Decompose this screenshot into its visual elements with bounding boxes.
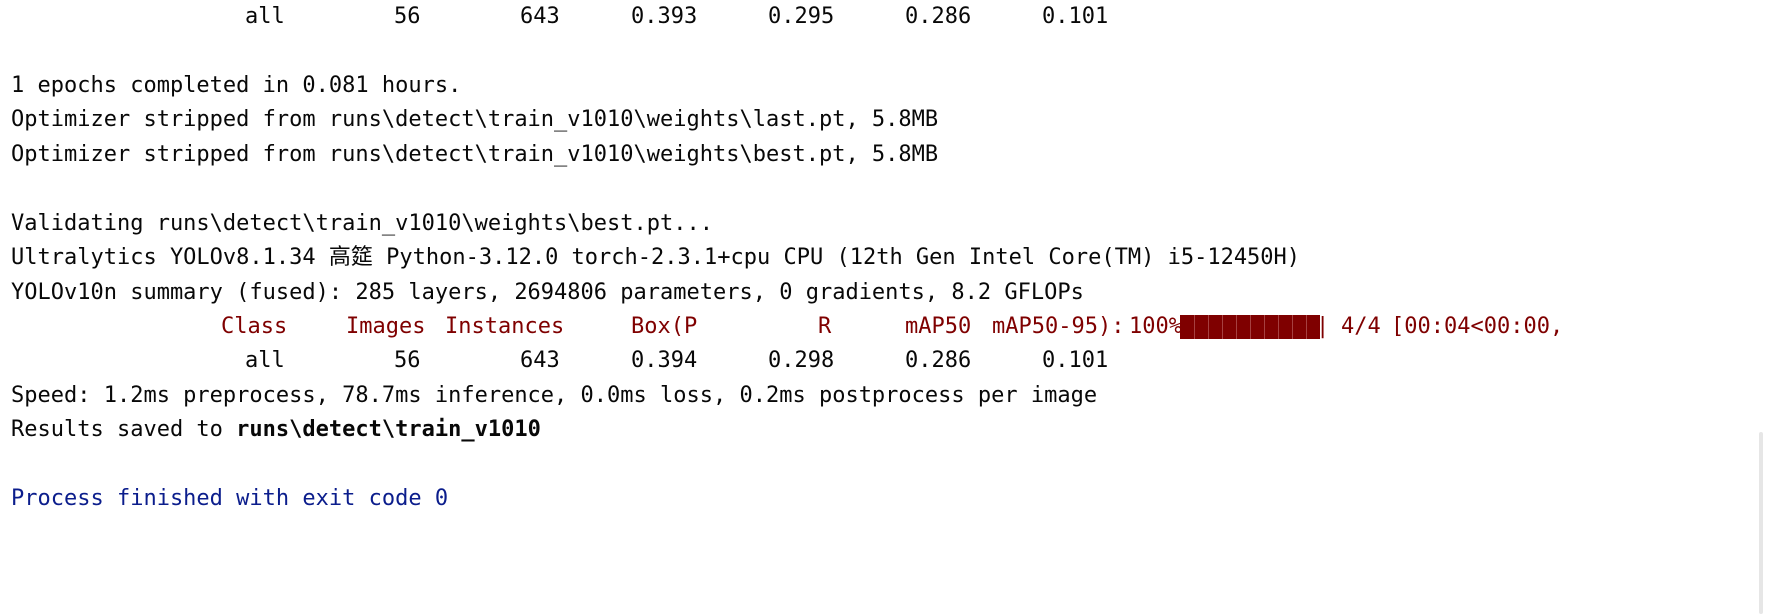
process-finished-line: Process finished with exit code 0 [11, 486, 449, 511]
progress-segment [1306, 315, 1307, 339]
header-images: Images [346, 314, 426, 339]
row-map50: 0.286 [905, 348, 972, 373]
results-path: runs\detect\train_v1010 [236, 417, 541, 442]
progress-segment [1292, 315, 1293, 339]
validating-line: Validating runs\detect\train_v1010\weigh… [11, 211, 713, 236]
optimizer-last-line: Optimizer stripped from runs\detect\trai… [11, 107, 939, 132]
optimizer-best-line: Optimizer stripped from runs\detect\trai… [11, 142, 939, 167]
run-console: all 56 643 0.393 0.295 0.286 0.101 1 epo… [0, 0, 1765, 614]
vertical-scrollbar[interactable] [1751, 0, 1765, 614]
row-map50: 0.286 [905, 4, 972, 29]
row-class: all [245, 348, 285, 373]
header-box-p: Box(P [631, 314, 698, 339]
row-images: 56 [394, 4, 421, 29]
row-map50-95: 0.101 [1042, 4, 1109, 29]
row-class: all [245, 4, 285, 29]
progress-segment [1236, 315, 1237, 339]
metrics-row-final: all 56 643 0.394 0.298 0.286 0.101 [11, 344, 1108, 378]
progress-segment [1222, 315, 1223, 339]
row-box-p: 0.393 [631, 4, 698, 29]
metrics-row-epoch: all 56 643 0.393 0.295 0.286 0.101 [11, 0, 1108, 34]
header-map50-95: mAP50-95): [992, 314, 1125, 339]
progress-count: 4/4 [1341, 314, 1381, 339]
results-saved-line: Results saved to runs\detect\train_v1010 [11, 413, 541, 447]
progress-right-bracket: | [1316, 314, 1330, 339]
progress-segment [1250, 315, 1251, 339]
progress-segment [1278, 315, 1279, 339]
progress-segment [1208, 315, 1209, 339]
model-summary-line: YOLOv10n summary (fused): 285 layers, 26… [11, 280, 1084, 305]
scrollbar-thumb[interactable] [1759, 432, 1763, 614]
row-map50-95: 0.101 [1042, 348, 1109, 373]
row-instances: 643 [520, 4, 560, 29]
row-r: 0.298 [768, 348, 835, 373]
progress-time: [00:04<00:00, [1391, 314, 1564, 339]
header-instances: Instances [445, 314, 565, 339]
row-r: 0.295 [768, 4, 835, 29]
results-prefix: Results saved to [11, 417, 237, 442]
epochs-completed-line: 1 epochs completed in 0.081 hours. [11, 73, 462, 98]
header-map50: mAP50 [905, 314, 972, 339]
speed-line: Speed: 1.2ms preprocess, 78.7ms inferenc… [11, 383, 1098, 408]
progress-segment [1264, 315, 1265, 339]
header-class: Class [221, 314, 288, 339]
metrics-header: Class Images Instances Box(P R mAP50 mAP… [11, 310, 1563, 344]
row-instances: 643 [520, 348, 560, 373]
progress-percent: 100% [1129, 314, 1182, 339]
header-r: R [818, 314, 832, 339]
progress-bar [1180, 315, 1320, 339]
row-box-p: 0.394 [631, 348, 698, 373]
progress-segment [1194, 315, 1195, 339]
row-images: 56 [394, 348, 421, 373]
ultralytics-version-line: Ultralytics YOLOv8.1.34 高筵 Python-3.12.0… [11, 245, 1301, 270]
